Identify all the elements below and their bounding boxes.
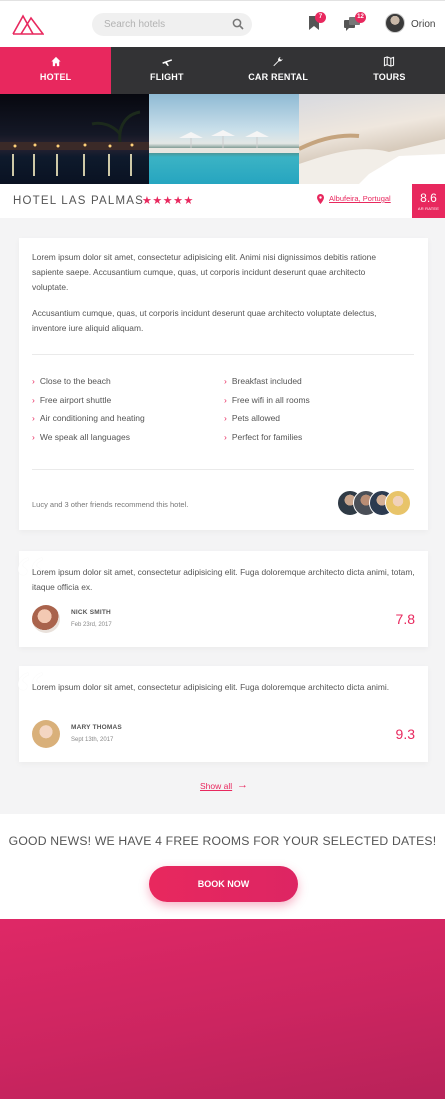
- feature-label: We speak all languages: [39, 432, 130, 442]
- show-all-link[interactable]: Show all: [200, 781, 232, 791]
- feature-item: › Free wifi in all rooms: [224, 395, 310, 405]
- feature-label: Free wifi in all rooms: [231, 395, 310, 405]
- feature-label: Air conditioning and heating: [39, 413, 145, 423]
- description-card: Lorem ipsum dolor sit amet, consectetur …: [19, 238, 428, 530]
- hotel-title-bar: HOTEL LAS PALMAS ★★★★★ Albufeira, Portug…: [0, 184, 445, 218]
- tab-label: TOURS: [373, 72, 406, 82]
- feature-item: › Air conditioning and heating: [32, 413, 145, 423]
- user-avatar[interactable]: [385, 13, 405, 33]
- divider: [32, 469, 414, 470]
- bookmark-badge: 7: [315, 12, 326, 23]
- feature-item: › We speak all languages: [32, 432, 130, 442]
- feature-item: › Close to the beach: [32, 376, 111, 386]
- arrow-right-icon[interactable]: →: [237, 779, 248, 791]
- divider: [32, 354, 414, 355]
- plane-icon: [162, 59, 172, 67]
- review-date: Sept 13th, 2017: [71, 737, 114, 743]
- terrace-illustration: [299, 133, 445, 184]
- chevron-right-icon: ›: [32, 395, 35, 405]
- tab-label: HOTEL: [39, 72, 72, 82]
- search-bar[interactable]: [92, 13, 252, 36]
- feature-item: › Free airport shuttle: [32, 395, 111, 405]
- chevron-right-icon: ›: [32, 413, 35, 423]
- search-input[interactable]: [104, 16, 224, 33]
- feature-label: Breakfast included: [231, 376, 302, 386]
- chevron-right-icon: ›: [224, 395, 227, 405]
- feature-label: Free airport shuttle: [39, 395, 112, 405]
- review-text: Lorem ipsum dolor sit amet, consectetur …: [32, 682, 390, 692]
- description-paragraph-2: Accusantium cumque, quas, ut corporis in…: [32, 308, 377, 333]
- night-pool-illustration: [0, 110, 149, 176]
- chevron-right-icon: ›: [32, 432, 35, 442]
- quote-icon: “: [15, 657, 46, 733]
- chevron-right-icon: ›: [224, 432, 227, 442]
- review-card: “ Lorem ipsum dolor sit amet, consectetu…: [15, 546, 428, 647]
- tab-hotel[interactable]: HOTEL: [0, 47, 112, 94]
- search-icon[interactable]: [232, 18, 244, 30]
- review-date: Feb 23rd, 2017: [71, 622, 112, 628]
- star-rating: ★★★★★: [142, 195, 194, 207]
- hotel-photo-terrace[interactable]: [299, 94, 445, 184]
- description-paragraph-1: Lorem ipsum dolor sit amet, consectetur …: [32, 252, 376, 292]
- avatar[interactable]: [32, 720, 60, 748]
- feature-label: Perfect for families: [231, 432, 303, 442]
- logo-icon[interactable]: [12, 12, 44, 36]
- tab-car-rental[interactable]: CAR RENTAL: [223, 47, 334, 94]
- tab-label: CAR RENTAL: [248, 72, 309, 82]
- chevron-right-icon: ›: [224, 413, 227, 423]
- tab-label: FLIGHT: [150, 72, 184, 82]
- review-text: Lorem ipsum dolor sit amet, consectetur …: [32, 567, 415, 592]
- feature-item: › Pets allowed: [224, 413, 280, 423]
- home-icon: [51, 56, 61, 67]
- hotel-name: HOTEL LAS PALMAS: [13, 195, 145, 207]
- friends-avatars[interactable]: [337, 490, 417, 518]
- friends-recommend-text: Lucy and 3 other friends recommend this …: [32, 500, 189, 509]
- reviewer-name[interactable]: NICK SMITH: [71, 609, 111, 616]
- hotel-photo-night-pool[interactable]: [0, 94, 149, 184]
- avatar[interactable]: [385, 490, 411, 516]
- photo-gallery: [0, 94, 445, 184]
- hotel-score: 8.6 AR RATEE: [412, 184, 445, 218]
- footer-gradient-band: [0, 919, 445, 1099]
- location-pin-icon: [317, 194, 324, 204]
- location-link[interactable]: Albufeira, Portugal: [329, 194, 391, 203]
- review-score: 9.3: [395, 726, 415, 742]
- feature-item: › Breakfast included: [224, 376, 302, 386]
- category-tabs: HOTEL FLIGHT CAR RENTAL TOURS: [0, 47, 445, 94]
- hotel-score-value: 8.6: [420, 191, 437, 205]
- reviewer-name[interactable]: MARY THOMAS: [71, 724, 122, 731]
- hotel-score-subtitle: AR RATEE: [417, 206, 440, 211]
- review-card: “ Lorem ipsum dolor sit amet, consectetu…: [15, 661, 428, 762]
- map-icon: [384, 56, 395, 67]
- book-now-button[interactable]: BOOK NOW: [149, 866, 298, 902]
- availability-banner: GOOD NEWS! WE HAVE 4 FREE ROOMS FOR YOUR…: [0, 814, 445, 919]
- availability-text: GOOD NEWS! WE HAVE 4 FREE ROOMS FOR YOUR…: [8, 834, 437, 848]
- review-score: 7.8: [395, 611, 415, 627]
- day-pool-illustration: [149, 130, 299, 153]
- tab-tours[interactable]: TOURS: [334, 47, 445, 94]
- feature-label: Pets allowed: [231, 413, 281, 423]
- chevron-right-icon: ›: [224, 376, 227, 386]
- feature-item: › Perfect for families: [224, 432, 302, 442]
- chevron-right-icon: ›: [32, 376, 35, 386]
- wrench-icon: [273, 56, 283, 67]
- chat-badge: 12: [355, 12, 366, 23]
- avatar[interactable]: [32, 605, 60, 633]
- user-name[interactable]: Orion: [411, 19, 435, 30]
- hotel-photo-pool-day[interactable]: [149, 94, 299, 184]
- feature-label: Close to the beach: [39, 376, 111, 386]
- top-bar: 7 12 Orion: [0, 0, 445, 47]
- tab-flight[interactable]: FLIGHT: [111, 47, 222, 94]
